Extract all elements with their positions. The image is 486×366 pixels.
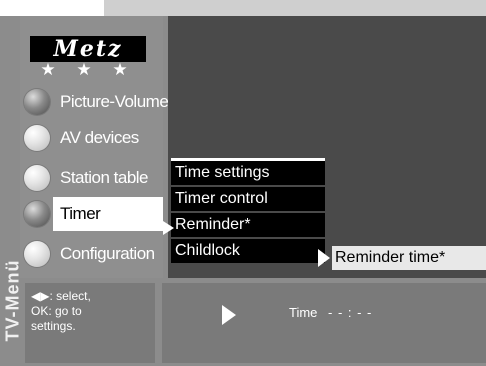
stars-icon: ★ ★ ★ bbox=[40, 60, 136, 79]
metz-logo: Metz bbox=[30, 36, 146, 62]
submenu-arrow-icon bbox=[163, 221, 174, 235]
ball-icon bbox=[24, 125, 50, 151]
submenu-item-time-settings[interactable]: Time settings bbox=[171, 161, 325, 185]
menu-item-configuration[interactable]: Configuration bbox=[24, 236, 164, 272]
reminder-time-option[interactable]: Reminder time* bbox=[332, 246, 486, 270]
menu-item-station-table[interactable]: Station table bbox=[24, 160, 164, 196]
submenu-item-timer-control[interactable]: Timer control bbox=[171, 187, 325, 211]
menu-item-label: Configuration bbox=[60, 244, 155, 263]
tv-menu-strip: TV-Menü bbox=[3, 240, 23, 366]
ball-icon bbox=[24, 241, 50, 267]
menu-item-picture-volume[interactable]: Picture-Volume bbox=[24, 84, 169, 120]
menu-item-label: Station table bbox=[60, 168, 149, 187]
help-box: ◀▶: select, OK: go to settings. bbox=[25, 283, 155, 363]
menu-item-label: Timer bbox=[60, 204, 101, 223]
ball-icon bbox=[24, 201, 50, 227]
menu-item-label: AV devices bbox=[60, 128, 139, 147]
help-line-select: ◀▶: select, bbox=[31, 289, 91, 303]
selection-arrow-icon bbox=[137, 197, 159, 231]
top-bar-grey bbox=[104, 0, 486, 16]
timer-submenu: Time settings Timer control Reminder* Ch… bbox=[171, 158, 325, 265]
status-bar bbox=[162, 283, 486, 363]
submenu-item-reminder[interactable]: Reminder* bbox=[171, 213, 325, 237]
menu-item-label: Picture-Volume bbox=[60, 92, 169, 111]
time-label: Time bbox=[289, 305, 318, 320]
ball-icon bbox=[24, 89, 50, 115]
time-value: - - : - - bbox=[328, 305, 373, 320]
play-icon bbox=[222, 305, 236, 325]
ball-icon bbox=[24, 165, 50, 191]
submenu-item-childlock[interactable]: Childlock bbox=[171, 239, 325, 263]
menu-item-av-devices[interactable]: AV devices bbox=[24, 120, 164, 156]
help-line-settings: settings. bbox=[31, 319, 76, 333]
option-arrow-icon bbox=[318, 249, 330, 267]
help-line-ok: OK: go to bbox=[31, 304, 82, 318]
